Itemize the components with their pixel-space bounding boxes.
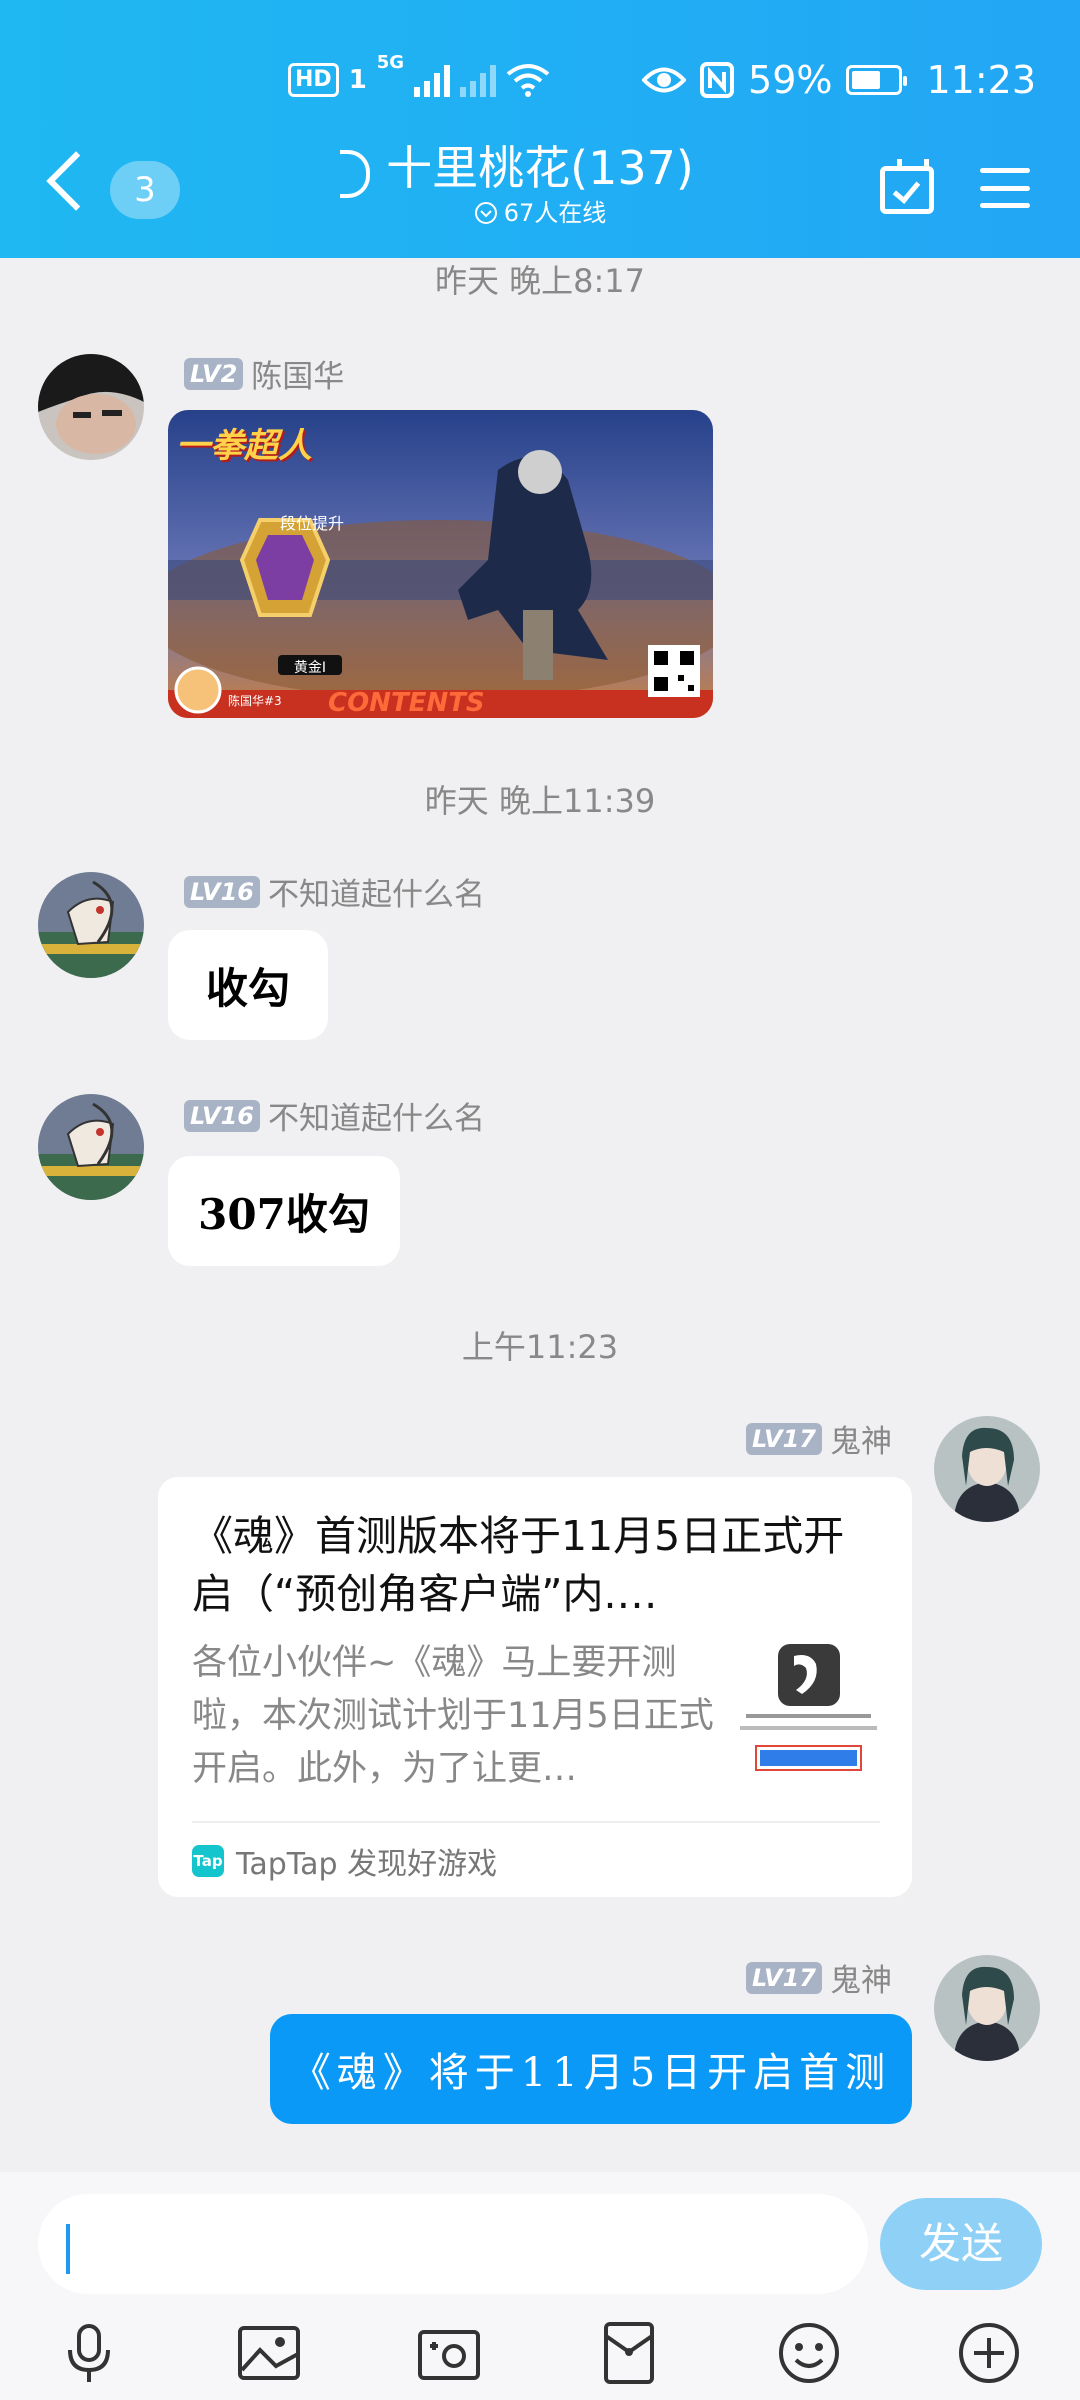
sender-name[interactable]: 陈国华 (251, 351, 344, 396)
timestamp: 上午11:23 (461, 1328, 619, 1366)
level-badge: LV16 (184, 1099, 260, 1132)
composer-bar: 发送 (0, 2172, 1080, 2400)
hd-badge: HD (288, 63, 339, 97)
chat-header: HD 1 5G 59% 11:23 3 十里桃花(137) 67人在线 (0, 0, 1080, 258)
level-badge: LV17 (746, 1422, 822, 1455)
message-input[interactable] (38, 2194, 868, 2294)
link-source-label: TapTap 发现好游戏 (236, 1847, 498, 1882)
link-description: 各位小伙伴~《魂》马上要开测啦，本次测试计划于11月5日正式开启。此外，为了让更… (192, 1643, 714, 1789)
back-arrow-icon[interactable] (46, 151, 106, 211)
network-type: 5G (376, 52, 405, 73)
link-source: Tap TapTap 发现好游戏 (192, 1839, 497, 1883)
online-count: 67人在线 (503, 199, 607, 227)
level-badge: LV2 (184, 357, 244, 390)
link-card[interactable]: 《魂》首测版本将于11月5日正式开启（“预创角客户端”内.… 各位小伙伴~《魂》… (158, 1477, 912, 1897)
taptap-icon: Tap (192, 1845, 224, 1877)
sender-name[interactable]: 鬼神 (830, 1416, 892, 1461)
divider (192, 1821, 880, 1823)
message-bubble-self[interactable]: 《魂》将于11月5日开启首测 (270, 2014, 912, 2124)
online-chevron-icon (474, 202, 497, 224)
unread-count-badge[interactable]: 3 (110, 161, 180, 219)
text-caret (66, 2224, 70, 2274)
banner-text: CONTENTS (328, 688, 485, 718)
menu-icon[interactable] (980, 168, 1030, 208)
sender-info: LV2 陈国华 (184, 351, 344, 396)
battery-icon (846, 65, 908, 95)
avatar[interactable] (934, 1416, 1040, 1522)
sim-indicator: 1 (348, 65, 367, 95)
camera-icon[interactable] (416, 2320, 482, 2386)
signal-2-icon (460, 63, 497, 97)
avatar[interactable] (38, 354, 144, 460)
emoji-icon[interactable] (776, 2320, 842, 2386)
status-bar-left: HD 1 5G (288, 50, 550, 110)
image-icon[interactable] (236, 2320, 302, 2386)
avatar[interactable] (38, 1094, 144, 1200)
avatar[interactable] (38, 872, 144, 978)
group-title: 十里桃花(137) (386, 141, 694, 195)
red-packet-icon[interactable] (596, 2320, 662, 2386)
calendar-check-icon[interactable] (880, 159, 934, 214)
group-title-area[interactable]: 十里桃花(137) 67人在线 (340, 140, 740, 230)
level-badge: LV16 (184, 875, 260, 908)
status-bar-right: 59% 11:23 (642, 50, 1036, 110)
online-status: 67人在线 (474, 196, 607, 230)
plus-icon[interactable] (956, 2320, 1022, 2386)
eye-icon (642, 67, 687, 93)
send-button[interactable]: 发送 (880, 2198, 1042, 2290)
rank-name: 黄金I (293, 660, 327, 676)
sender-info: LV16 不知道起什么名 (184, 869, 485, 914)
rank-up-text: 段位提升 (280, 514, 345, 533)
link-title: 《魂》首测版本将于11月5日正式开启（“预创角客户端”内.… (192, 1512, 845, 1618)
sender-info: LV17 鬼神 (746, 1416, 892, 1461)
message-bubble[interactable]: 收勾 (168, 930, 328, 1040)
sender-name[interactable]: 不知道起什么名 (268, 869, 485, 914)
game-logo: 一拳超人 (176, 426, 312, 466)
sender-name[interactable]: 鬼神 (830, 1955, 892, 2000)
microphone-icon[interactable] (56, 2320, 122, 2386)
level-badge: LV17 (746, 1961, 822, 1994)
timestamp: 昨天 晚上11:39 (424, 782, 656, 820)
image-message[interactable]: 一拳超人 段位提升 黄金I 陈国华#3 CONTENTS (168, 410, 713, 718)
sender-name[interactable]: 不知道起什么名 (268, 1093, 485, 1138)
avatar[interactable] (934, 1955, 1040, 2061)
timestamp: 昨天 晚上8:17 (434, 262, 646, 300)
link-thumbnail (736, 1642, 881, 1777)
clock: 11:23 (926, 58, 1036, 102)
player-tag: 陈国华#3 (228, 694, 282, 708)
message-bubble[interactable]: 307收勾 (168, 1156, 400, 1266)
wifi-icon (506, 64, 550, 97)
signal-icon (414, 63, 451, 97)
nfc-icon (700, 62, 735, 98)
sender-info: LV17 鬼神 (746, 1955, 892, 2000)
battery-percent: 59% (748, 58, 833, 102)
sender-info: LV16 不知道起什么名 (184, 1093, 485, 1138)
